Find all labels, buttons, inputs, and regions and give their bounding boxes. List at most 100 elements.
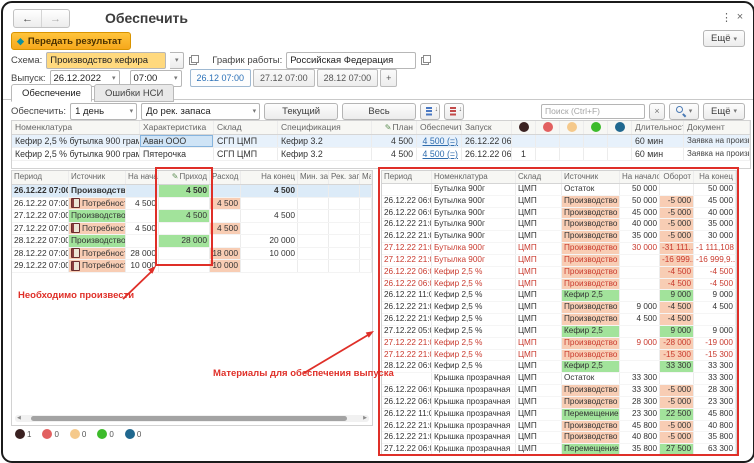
cell-warehouse: ЦМП <box>516 361 562 372</box>
close-icon[interactable]: × <box>735 11 745 23</box>
table-row[interactable]: 26.12.22 06:00Бутылка 900гЦМППроизводств… <box>382 196 736 208</box>
table-row[interactable]: 27.12.22 05:00Кефир 2,5 %ЦМПКефир 2,59 0… <box>382 326 736 338</box>
cell-start: 28 000 <box>126 248 159 260</box>
chevron-down-icon: ▾ <box>130 107 134 115</box>
cell-start <box>126 235 159 247</box>
table-row[interactable]: Кефир 2,5 % бутылка 900 граммПятерочкаСГ… <box>12 148 750 161</box>
cell-max-stock <box>360 210 372 222</box>
table-row[interactable]: 27.12.22 06:00Крышка прозрачнаяЦМППереме… <box>382 444 736 456</box>
cell-rec-stock <box>329 248 360 260</box>
status-circle-icon <box>70 429 80 439</box>
chevron-down-icon: ▾ <box>733 35 737 43</box>
cell-end: 23 300 <box>694 397 736 408</box>
cell-plan: 4 500 <box>372 148 417 160</box>
provide-link[interactable]: 4 500 (=) <box>423 149 458 159</box>
horizontal-scrollbar[interactable]: ◀ ▶ <box>15 415 369 422</box>
table-row[interactable]: 27.12.22 07:00Производство ...4 5004 500 <box>12 210 372 223</box>
schedule-input[interactable]: Российская Федерация <box>286 52 416 69</box>
table-row[interactable]: 26.12.22 11:00Крышка прозрачнаяЦМППереме… <box>382 409 736 421</box>
tab-supply[interactable]: Обеспечение <box>11 84 92 102</box>
more-button-top[interactable]: Ещё▾ <box>703 30 745 47</box>
cell-warehouse: ЦМП <box>516 373 562 384</box>
table-row[interactable]: 26.12.22 06:00Кефир 2,5 %ЦМППроизводство… <box>382 279 736 291</box>
more-button-table[interactable]: Ещё▾ <box>703 103 745 120</box>
table-row[interactable]: 27.12.22 21:00Кефир 2,5 %ЦМППроизводство… <box>382 338 736 350</box>
release-slot-2[interactable]: 27.12 07:00 <box>253 69 315 87</box>
sort-desc-button[interactable] <box>444 103 464 120</box>
scheme-input[interactable]: Производство кефира <box>46 52 166 69</box>
sort-asc-button[interactable] <box>420 103 440 120</box>
open-link-icon[interactable] <box>188 54 200 66</box>
table-row[interactable]: 26.12.22 21:00Бутылка 900гЦМППроизводств… <box>382 219 736 231</box>
all-button[interactable]: Весь <box>342 103 416 120</box>
table-row[interactable]: 26.12.22 21:00Кефир 2,5 %ЦМППроизводство… <box>382 314 736 326</box>
table-row[interactable]: Бутылка 900гЦМПОстаток50 00050 000 <box>382 184 736 196</box>
cell-end: 40 800 <box>694 421 736 432</box>
table-row[interactable]: 26.12.22 21:00Крышка прозрачнаяЦМППроизв… <box>382 421 736 433</box>
search-clear-button[interactable]: × <box>649 103 665 120</box>
search-input[interactable] <box>541 104 645 119</box>
table-row[interactable]: 28.12.22 07:00Потребность28 00018 00010 … <box>12 248 372 261</box>
table-row[interactable]: 26.12.22 07:00Потребность4 5004 500 <box>12 198 372 211</box>
release-slot-3[interactable]: 28.12 07:00 <box>317 69 379 87</box>
chevron-down-icon: ▾ <box>174 74 178 82</box>
cell-income: 4 500 <box>159 185 210 197</box>
replenish-select[interactable]: До рек. запаса▾ <box>141 103 260 120</box>
scroll-left-icon[interactable]: ◀ <box>17 416 21 421</box>
cell-source: Производство ... <box>69 235 126 247</box>
table-row[interactable]: 26.12.22 21:00Кефир 2,5 %ЦМППроизводство… <box>382 302 736 314</box>
back-button[interactable]: ← <box>14 10 41 27</box>
cell-status-mark <box>536 148 560 160</box>
table-row[interactable]: Крышка прозрачнаяЦМПОстаток33 30033 300 <box>382 373 736 385</box>
table-row[interactable]: 26.12.22 06:00Кефир 2,5 %ЦМППроизводство… <box>382 267 736 279</box>
table-row[interactable]: 26.12.22 06:00Крышка прозрачнаяЦМППроизв… <box>382 385 736 397</box>
scheme-dropdown-button[interactable]: ▾ <box>170 52 184 69</box>
cell-income: 28 000 <box>159 235 210 247</box>
slot-label: 26.12 07:00 <box>197 73 245 83</box>
table-row[interactable]: 26.12.22 21:00Бутылка 900гЦМППроизводств… <box>382 231 736 243</box>
period-select[interactable]: 1 день▾ <box>70 103 137 120</box>
cell-nomenclature: Бутылка 900г <box>432 243 516 254</box>
table-row[interactable]: 28.12.22 06:00Кефир 2,5 %ЦМПКефир 2,533 … <box>382 361 736 373</box>
table-row[interactable]: 26.12.22 11:00Кефир 2,5 %ЦМПКефир 2,59 0… <box>382 290 736 302</box>
table-row[interactable]: 27.12.22 21:00Бутылка 900гЦМППроизводств… <box>382 255 736 267</box>
search-button[interactable]: ▾ <box>669 103 699 120</box>
cell-nomenclature: Крышка прозрачная <box>432 444 516 455</box>
open-link-icon[interactable] <box>420 54 432 66</box>
chevron-down-icon: ▾ <box>175 56 179 64</box>
table-row[interactable]: 27.12.22 21:00Бутылка 900гЦМППроизводств… <box>382 243 736 255</box>
forward-button[interactable]: → <box>41 10 69 27</box>
cell-period: 26.12.22 06:00 <box>382 196 432 207</box>
cell-nomenclature: Кефир 2,5 % <box>432 338 516 349</box>
column-header: Макс. з <box>360 171 372 184</box>
add-slot-button[interactable]: + <box>380 69 397 87</box>
current-button[interactable]: Текущий <box>264 103 338 120</box>
table-row[interactable]: Кефир 2,5 % бутылка 900 граммАван ОООСГП… <box>12 135 750 148</box>
table-row[interactable]: 27.12.22 07:00Потребность4 5004 500 <box>12 223 372 236</box>
cell-min-stock <box>298 210 329 222</box>
transfer-result-button[interactable]: ◆ Передать результат <box>11 32 131 50</box>
table-row[interactable]: 26.12.22 06:00Бутылка 900гЦМППроизводств… <box>382 208 736 220</box>
scrollbar-thumb[interactable] <box>31 416 347 421</box>
window-menu-icon[interactable]: ⋮ <box>721 11 731 24</box>
table-row[interactable]: 26.12.22 06:00Крышка прозрачнаяЦМППроизв… <box>382 397 736 409</box>
table-row[interactable]: 29.12.22 07:00Потребность10 00010 000 <box>12 260 372 273</box>
table-row[interactable]: 28.12.22 07:00Производство ...28 00020 0… <box>12 235 372 248</box>
tab-nsi-errors[interactable]: Ошибки НСИ <box>94 84 174 102</box>
release-slot-1[interactable]: 26.12 07:00 <box>190 69 252 87</box>
cell-period: 27.12.22 05:00 <box>382 326 432 337</box>
cell-source: Производство к... <box>562 208 620 219</box>
cell-max-stock <box>360 223 372 235</box>
cell-source: Производство к... <box>562 385 620 396</box>
cell-warehouse: ЦМП <box>516 302 562 313</box>
provide-link[interactable]: 4 500 (=) <box>423 136 458 146</box>
cell-warehouse: ЦМП <box>516 290 562 301</box>
table-row[interactable]: 26.12.22 07:00Производств...4 5004 500 <box>12 185 372 198</box>
table-row[interactable]: 27.12.22 21:00Кефир 2,5 %ЦМППроизводство… <box>382 350 736 362</box>
scroll-right-icon[interactable]: ▶ <box>363 416 367 421</box>
search-icon <box>676 106 686 116</box>
cell-rec-stock <box>329 210 360 222</box>
cell-turnover: -4 500 <box>660 302 694 313</box>
table-row[interactable]: 26.12.22 21:00Крышка прозрачнаяЦМППроизв… <box>382 432 736 444</box>
cell-end: 4 500 <box>694 302 736 313</box>
